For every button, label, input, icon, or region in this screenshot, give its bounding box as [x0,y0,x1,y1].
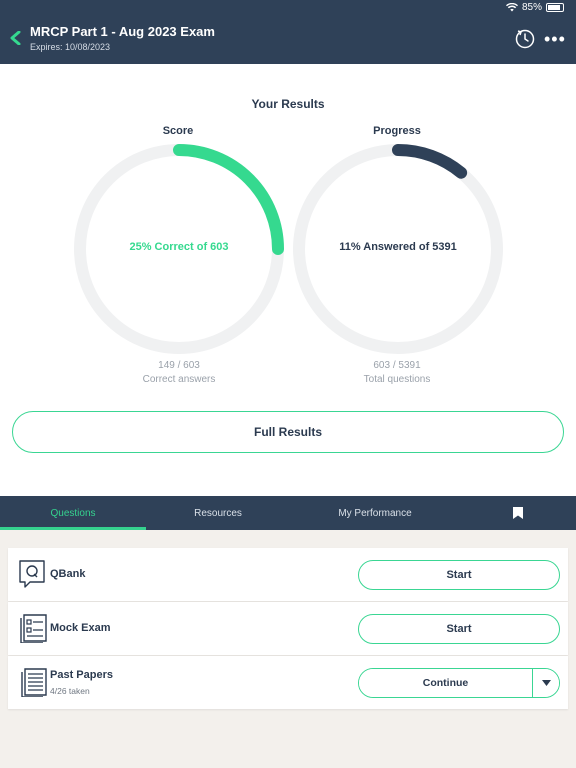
bookmark-icon [513,507,523,519]
past-papers-split-button: Continue [358,668,560,698]
qbank-row: QBank Start [8,548,568,601]
battery-percent: 85% [521,2,542,13]
section-tabs: Questions Resources My Performance [0,496,576,530]
mock-exam-label: Mock Exam [50,622,111,634]
qbank-label: QBank [50,568,86,580]
progress-center-text: 11% Answered of 5391 [339,241,457,253]
score-label: Score [162,125,194,137]
results-heading: Your Results [251,97,325,111]
mock-exam-start-button[interactable]: Start [358,614,560,644]
score-center-text: 25% Correct of 603 [129,241,229,253]
past-papers-label: Past Papers [50,669,113,681]
more-options-icon[interactable]: ••• [544,30,566,48]
results-panel: Your Results Score 25% Correct of 603 14… [0,64,576,496]
qbank-icon [19,560,45,588]
full-results-button[interactable]: Full Results [12,411,564,453]
app-header: 85% MRCP Part 1 - Aug 2023 Exam Expires:… [0,0,576,64]
tab-resources[interactable]: Resources [146,496,290,530]
past-papers-dropdown-button[interactable] [532,669,559,697]
status-bar: 85% [505,2,564,13]
tab-questions[interactable]: Questions [0,496,146,530]
exam-title: MRCP Part 1 - Aug 2023 Exam [30,24,215,39]
battery-icon [546,3,564,12]
progress-label: Progress [373,125,421,137]
past-papers-row: Past Papers 4/26 taken Continue [8,656,568,709]
past-papers-taken: 4/26 taken [50,686,90,696]
score-caption: Correct answers [142,374,216,385]
tab-bookmarks[interactable] [460,496,576,530]
chevron-down-icon [541,680,551,686]
progress-fraction: 603 / 5391 [373,360,421,371]
back-icon[interactable] [8,31,22,45]
expiry-date: Expires: 10/08/2023 [30,42,111,52]
mock-exam-icon [20,614,47,643]
mock-exam-row: Mock Exam Start [8,602,568,655]
score-fraction: 149 / 603 [158,360,200,371]
tab-my-performance[interactable]: My Performance [290,496,460,530]
progress-caption: Total questions [363,374,431,385]
qbank-start-button[interactable]: Start [358,560,560,590]
past-papers-icon [21,668,47,697]
wifi-icon [505,3,518,12]
past-papers-continue-button[interactable]: Continue [359,669,532,697]
history-icon[interactable] [514,27,536,49]
